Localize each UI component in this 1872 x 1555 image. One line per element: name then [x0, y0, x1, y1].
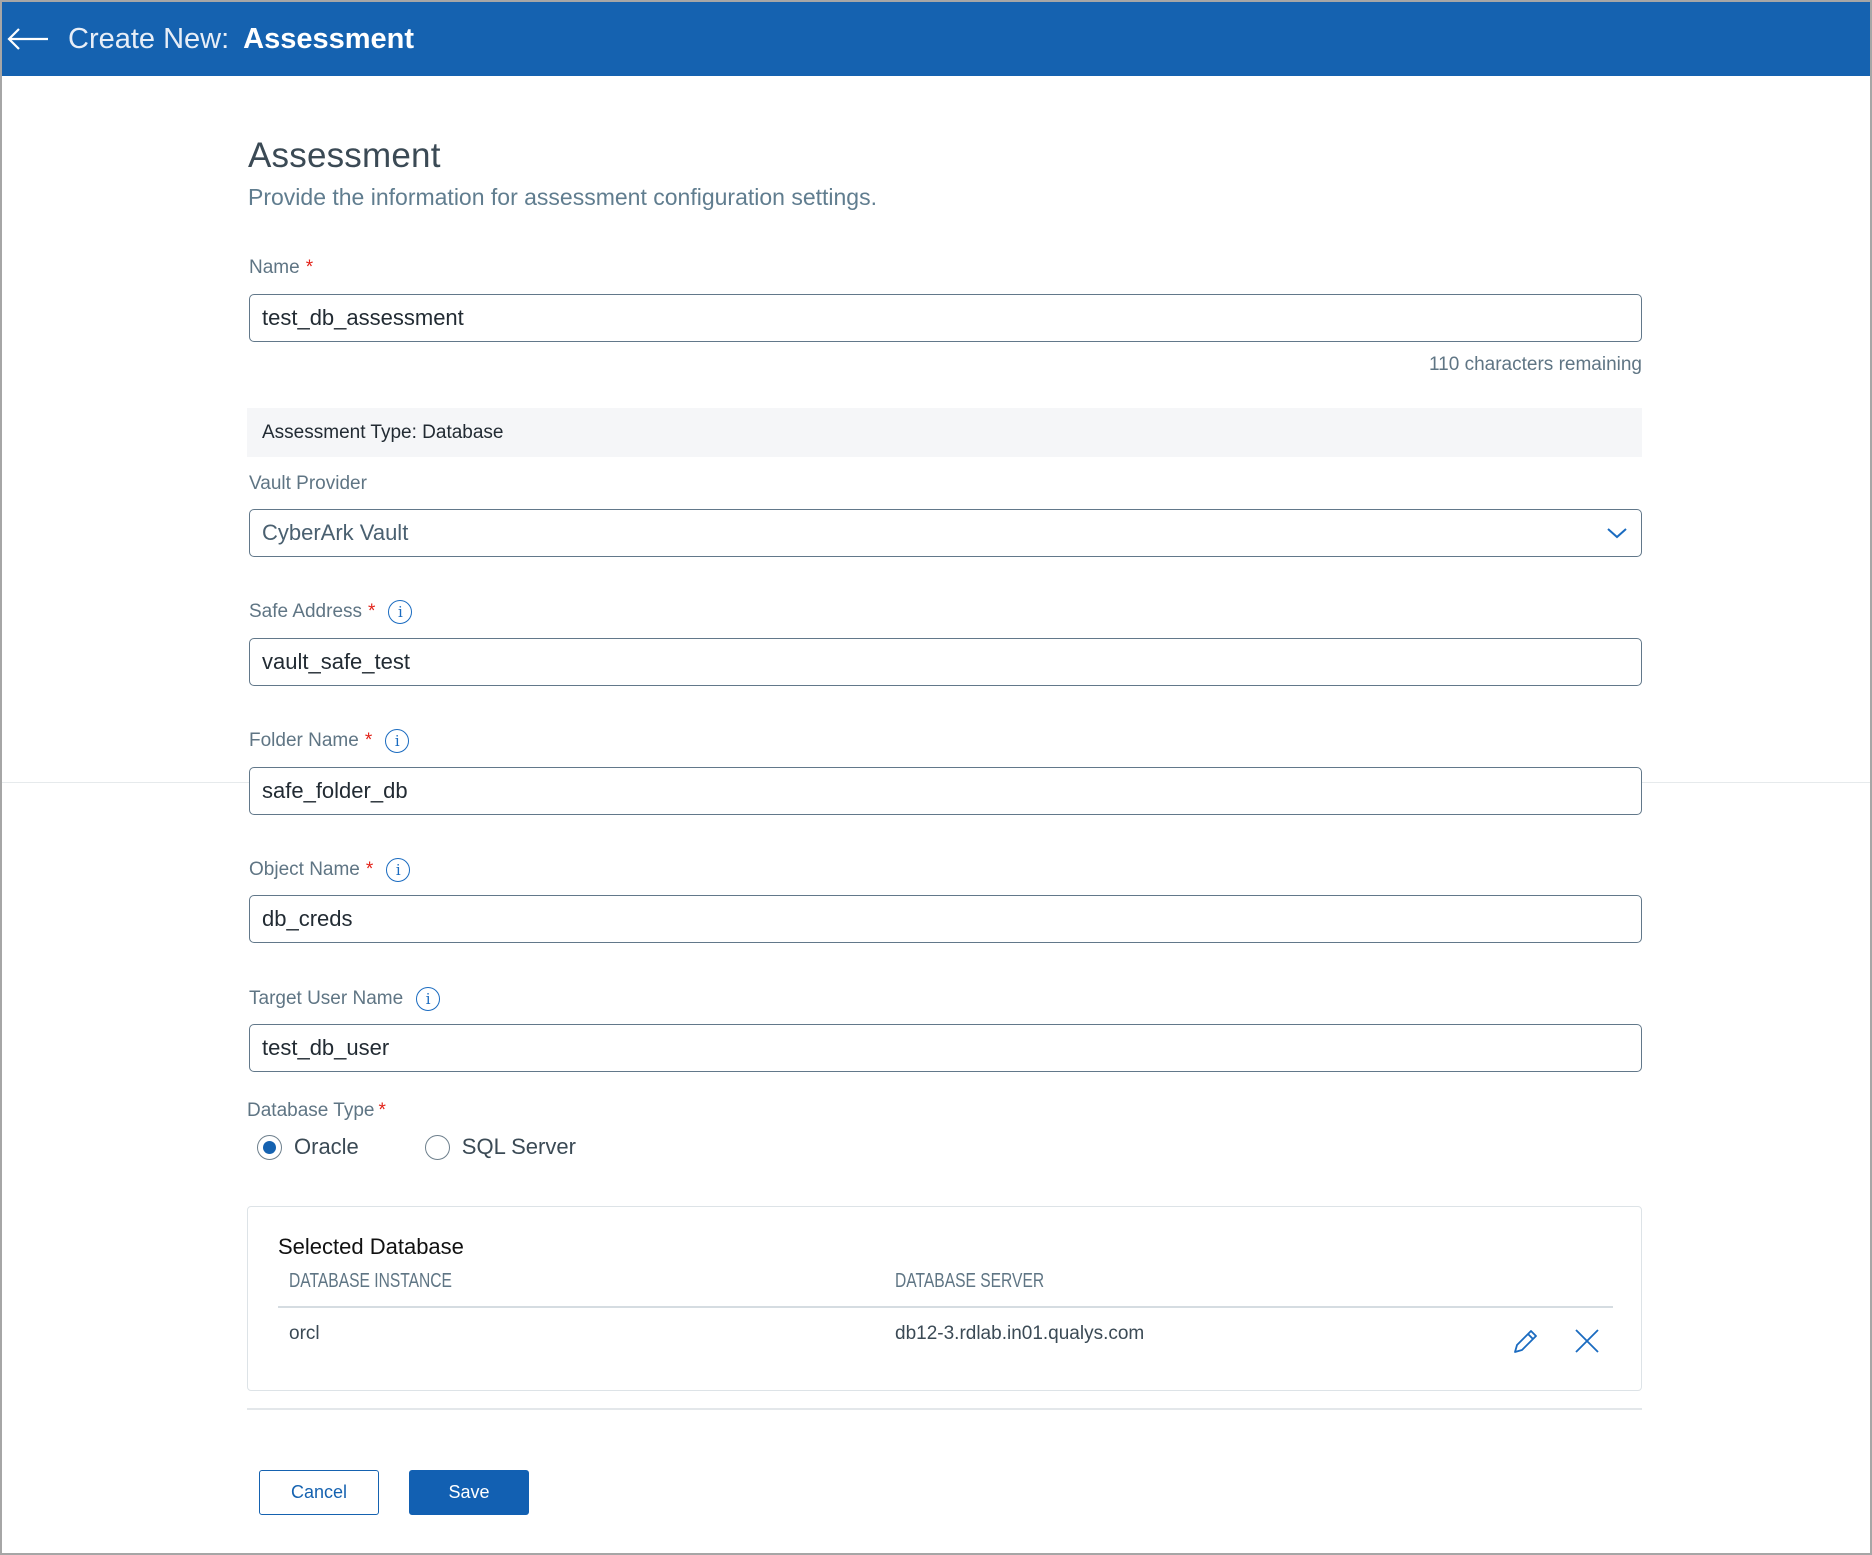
back-button[interactable] [4, 19, 52, 59]
assessment-type-text: Assessment Type: Database [262, 421, 504, 443]
radio-label: SQL Server [461, 1134, 576, 1159]
vault-provider-value: CyberArk Vault [262, 520, 409, 545]
target-user-name-input[interactable] [249, 1024, 1642, 1072]
app-window: Create New: Assessment Assessment Provide… [2, 2, 1870, 1553]
title-entity: Assessment [243, 22, 415, 55]
remove-button[interactable] [1571, 1325, 1603, 1357]
object-name-input[interactable] [249, 895, 1642, 943]
vault-provider-label-text: Vault Provider [249, 473, 367, 494]
page-subtitle: Provide the information for assessment c… [248, 184, 877, 210]
safe-address-input[interactable] [249, 638, 1642, 686]
edit-button[interactable] [1510, 1325, 1542, 1357]
folder-name-label: Folder Name * i [249, 729, 410, 753]
column-header-server: DATABASE SERVER [895, 1270, 1045, 1292]
assessment-type-banner: Assessment Type: Database [247, 408, 1642, 457]
vault-provider-label: Vault Provider [249, 473, 367, 495]
window-title: Create New: Assessment [68, 23, 414, 56]
required-asterisk: * [364, 730, 373, 751]
radio-checked-icon [257, 1134, 282, 1160]
target-user-name-label-text: Target User Name [249, 988, 404, 1009]
save-button[interactable]: Save [409, 1470, 529, 1515]
column-header-instance: DATABASE INSTANCE [289, 1270, 452, 1292]
form-footer-divider [247, 1408, 1642, 1410]
target-user-name-label: Target User Name i [249, 987, 441, 1011]
radio-label: Oracle [294, 1134, 359, 1159]
pencil-icon [1514, 1330, 1537, 1353]
close-icon [1575, 1329, 1599, 1353]
database-type-radio-group: Oracle SQL Server [257, 1134, 642, 1160]
required-asterisk: * [305, 257, 314, 278]
characters-remaining: 110 characters remaining [1429, 354, 1642, 375]
selected-database-card: Selected Database DATABASE INSTANCE DATA… [247, 1206, 1642, 1391]
name-label-text: Name [249, 257, 300, 278]
info-icon[interactable]: i [385, 729, 410, 753]
cell-instance: orcl [289, 1323, 320, 1344]
safe-address-label: Safe Address * i [249, 600, 413, 624]
object-name-label-text: Object Name [249, 859, 360, 880]
required-asterisk: * [368, 601, 376, 622]
top-bar: Create New: Assessment [2, 2, 1870, 76]
required-asterisk: * [378, 1100, 386, 1121]
title-prefix: Create New: [68, 22, 230, 55]
info-icon[interactable]: i [416, 987, 441, 1011]
database-type-label-text: Database Type [247, 1100, 375, 1121]
cancel-button[interactable]: Cancel [259, 1470, 379, 1515]
name-label: Name * [249, 257, 313, 279]
cell-server: db12-3.rdlab.in01.qualys.com [895, 1323, 1145, 1344]
required-asterisk: * [365, 859, 374, 880]
database-type-label: Database Type * [247, 1100, 386, 1122]
vault-provider-select[interactable]: CyberArk Vault [249, 509, 1642, 557]
object-name-label: Object Name * i [249, 858, 411, 882]
arrow-left-icon [7, 28, 48, 50]
folder-name-input[interactable] [249, 767, 1642, 815]
selected-database-title: Selected Database [278, 1234, 464, 1259]
info-icon[interactable]: i [386, 858, 411, 882]
folder-name-label-text: Folder Name [249, 730, 359, 751]
page-title: Assessment [248, 136, 441, 175]
radio-oracle[interactable]: Oracle [257, 1134, 359, 1160]
info-icon[interactable]: i [388, 600, 413, 624]
radio-unchecked-icon [424, 1134, 450, 1160]
table-header-divider [278, 1306, 1613, 1308]
name-input[interactable] [249, 294, 1642, 342]
radio-sql-server[interactable]: SQL Server [424, 1134, 576, 1160]
safe-address-label-text: Safe Address [249, 601, 363, 622]
chevron-down-icon [1607, 528, 1627, 539]
